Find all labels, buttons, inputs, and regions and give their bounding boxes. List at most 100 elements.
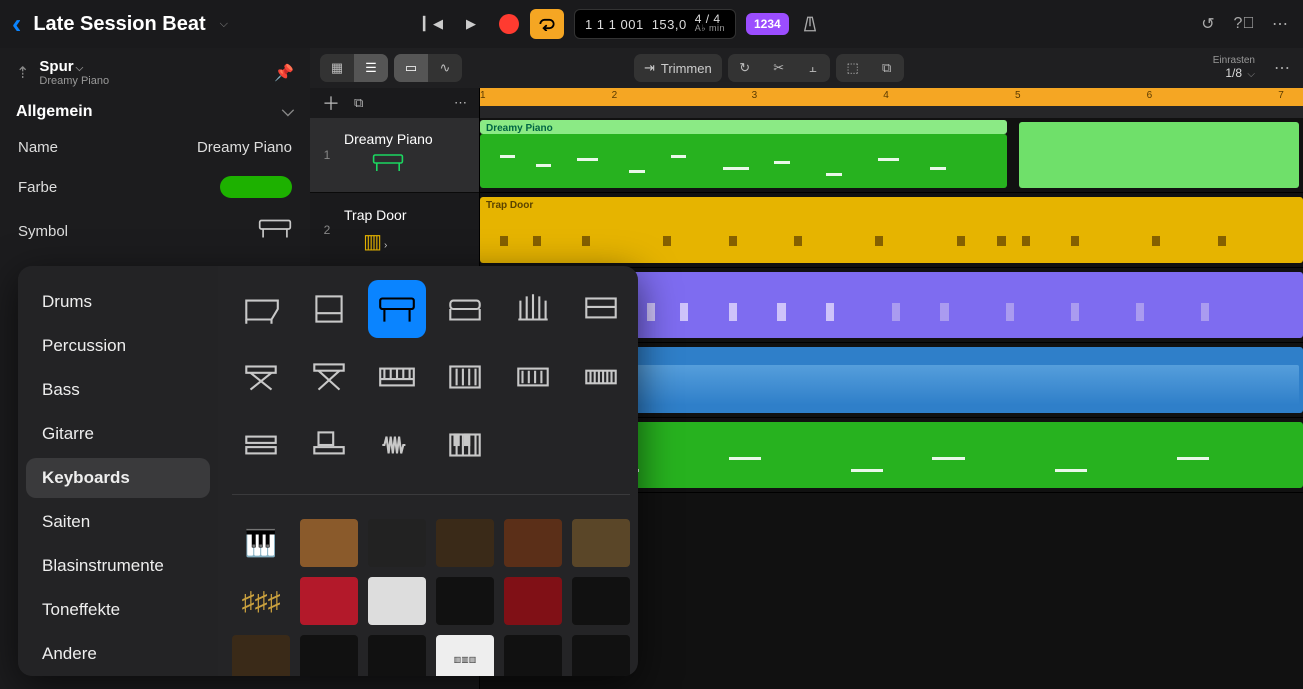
thumb-synth-stand-1[interactable] xyxy=(300,635,358,676)
symbol-grid: 🎹 ♯♯♯ ▥▥▥ xyxy=(218,266,638,676)
thumb-keys-stand-3[interactable] xyxy=(572,577,630,625)
pipe-organ-icon[interactable] xyxy=(504,280,562,338)
thumb-accordion[interactable] xyxy=(300,577,358,625)
color-row[interactable]: Farbe xyxy=(0,166,310,208)
thumb-synth-stand-4[interactable] xyxy=(572,635,630,676)
copy-tool[interactable]: ⧉ xyxy=(870,54,904,82)
automation-icon[interactable]: ∿ xyxy=(428,54,462,82)
region-loop[interactable]: Dreamy Piano xyxy=(480,120,1007,134)
trim-icon: ⇥ xyxy=(644,60,655,76)
category-gitarre[interactable]: Gitarre xyxy=(26,414,210,454)
rack-module-icon[interactable] xyxy=(232,416,290,474)
loop-tool[interactable]: ↻ xyxy=(728,54,762,82)
electric-piano-icon[interactable] xyxy=(368,280,426,338)
lcd-display[interactable]: 1 1 1 001 153,0 4 / 4 A♭ min xyxy=(574,9,736,39)
lane-1[interactable]: Dreamy Piano xyxy=(480,118,1303,193)
select-tools: ⬚ ⧉ xyxy=(836,54,904,82)
keyboard-stand-icon[interactable] xyxy=(232,348,290,406)
name-row[interactable]: Name Dreamy Piano xyxy=(0,129,310,166)
track-header-2[interactable]: 2 Trap Door ▥› xyxy=(310,193,479,268)
color-swatch[interactable] xyxy=(220,176,292,198)
duplicate-track-button[interactable]: ⧉ xyxy=(354,95,363,111)
view-mode-segment[interactable]: ▦ ☰ xyxy=(320,54,388,82)
stage-piano-icon[interactable] xyxy=(436,280,494,338)
chevron-down-icon[interactable]: ⌵ xyxy=(220,18,228,31)
piano-keys-icon[interactable] xyxy=(436,416,494,474)
upright-piano-icon[interactable] xyxy=(300,280,358,338)
list-view-icon[interactable]: ☰ xyxy=(354,54,388,82)
controller-icon[interactable] xyxy=(504,348,562,406)
midi-notes xyxy=(484,152,1003,182)
cycle-button[interactable] xyxy=(530,9,564,39)
category-saiten[interactable]: Saiten xyxy=(26,502,210,542)
category-blasinstrumente[interactable]: Blasinstrumente xyxy=(26,546,210,586)
thumb-upright[interactable] xyxy=(300,519,358,567)
back-button[interactable]: ‹ xyxy=(12,10,21,38)
grand-piano-icon[interactable] xyxy=(232,280,290,338)
thumb-digital-piano[interactable] xyxy=(368,519,426,567)
snap-setting[interactable]: Einrasten 1/8 ⌵ xyxy=(1213,55,1255,81)
tone-organ-icon[interactable] xyxy=(572,280,630,338)
beat-pill[interactable]: 1234 xyxy=(746,13,789,35)
play-button[interactable]: ▶ xyxy=(454,9,488,39)
lane-2[interactable]: Trap Door xyxy=(480,193,1303,268)
track-more-button[interactable]: ⋯ xyxy=(454,95,467,111)
symbol-row[interactable]: Symbol xyxy=(0,208,310,254)
record-button[interactable] xyxy=(492,9,526,39)
keys-module-icon[interactable] xyxy=(572,348,630,406)
keyboard-stand2-icon[interactable] xyxy=(300,348,358,406)
thumb-synth-stand-3[interactable] xyxy=(504,635,562,676)
section-header[interactable]: Allgemein ⌵ xyxy=(0,93,310,129)
thumb-keys-stand-2[interactable] xyxy=(504,577,562,625)
region-midi[interactable] xyxy=(480,134,1007,188)
ruler-mark: 5 xyxy=(1015,90,1021,101)
category-keyboards[interactable]: Keyboards xyxy=(26,458,210,498)
join-tool[interactable]: ⫠ xyxy=(796,54,830,82)
thumb-clav[interactable] xyxy=(572,519,630,567)
thumb-synth-stand-2[interactable] xyxy=(368,635,426,676)
scissors-tool[interactable]: ✂ xyxy=(762,54,796,82)
automation-segment[interactable]: ▭ ∿ xyxy=(394,54,462,82)
thumb-organ-pipes[interactable]: ♯♯♯ xyxy=(232,577,290,625)
region-label: Dreamy Piano xyxy=(486,123,553,134)
thumb-moog[interactable] xyxy=(232,635,290,676)
thumb-grand-piano[interactable]: 🎹 xyxy=(232,519,290,567)
pin-button[interactable]: 📌 xyxy=(274,63,294,83)
ruler[interactable]: 1 2 3 4 5 6 7 xyxy=(480,88,1303,106)
thumb-keys-stand-1[interactable] xyxy=(436,577,494,625)
spur-sub: Dreamy Piano xyxy=(39,75,109,87)
synth-icon[interactable] xyxy=(368,348,426,406)
ruler-mark: 7 xyxy=(1278,90,1284,101)
toolbar-more-button[interactable]: ⋯ xyxy=(1271,57,1293,79)
track-selector[interactable]: ⇡ Spur⌵ Dreamy Piano 📌 xyxy=(0,48,310,93)
category-drums[interactable]: Drums xyxy=(26,282,210,322)
more-button[interactable]: ⋯ xyxy=(1269,13,1291,35)
category-percussion[interactable]: Percussion xyxy=(26,326,210,366)
thumb-combo-organ[interactable] xyxy=(368,577,426,625)
mixer-icon[interactable] xyxy=(436,348,494,406)
trim-tool[interactable]: ⇥ Trimmen xyxy=(634,54,722,82)
skip-back-button[interactable]: ▎◀ xyxy=(416,9,450,39)
track-name: Trap Door xyxy=(344,207,407,223)
category-toneffekte[interactable]: Toneffekte xyxy=(26,590,210,630)
region-audio[interactable]: Trap Door xyxy=(480,197,1303,263)
region-midi-2[interactable] xyxy=(1019,122,1299,188)
thumb-sampler[interactable]: ▥▥▥ xyxy=(436,635,494,676)
category-andere[interactable]: Andere xyxy=(26,634,210,674)
name-value: Dreamy Piano xyxy=(197,139,292,156)
workstation-icon[interactable] xyxy=(300,416,358,474)
keyboard-icon xyxy=(258,218,292,244)
grid-view-icon[interactable]: ▦ xyxy=(320,54,354,82)
add-track-button[interactable]: ＋ xyxy=(322,90,340,116)
help-button[interactable]: ?⃝ xyxy=(1233,13,1255,35)
region-icon[interactable]: ▭ xyxy=(394,54,428,82)
track-header-1[interactable]: 1 Dreamy Piano xyxy=(310,118,479,193)
thumb-wurli[interactable] xyxy=(504,519,562,567)
category-bass[interactable]: Bass xyxy=(26,370,210,410)
project-title[interactable]: Late Session Beat xyxy=(33,13,205,36)
thumb-rhodes[interactable] xyxy=(436,519,494,567)
marquee-tool[interactable]: ⬚ xyxy=(836,54,870,82)
undo-button[interactable]: ↺ xyxy=(1197,13,1219,35)
metronome-button[interactable] xyxy=(793,9,827,39)
waveform-icon[interactable] xyxy=(368,416,426,474)
